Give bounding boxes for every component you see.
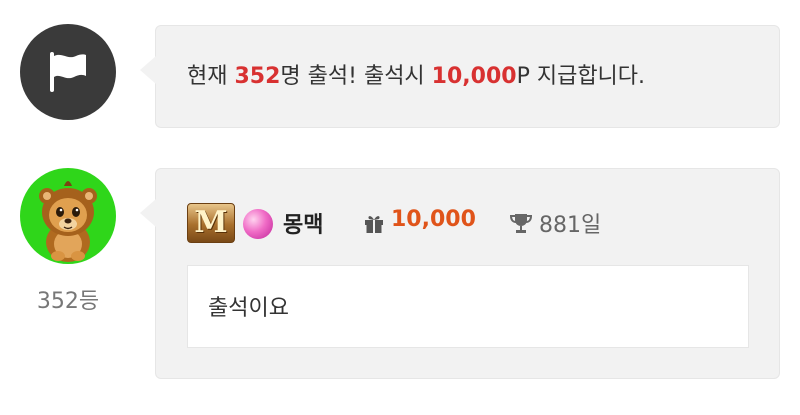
attendance-days: 881일 <box>539 213 602 238</box>
comment-text: 출석이요 <box>208 296 289 321</box>
notice-suffix: P 지급합니다. <box>516 64 646 89</box>
user-avatar[interactable] <box>20 168 116 264</box>
trophy-icon <box>509 214 533 233</box>
lion-cub-avatar <box>39 181 97 262</box>
attendance-post: M 몽맥 10,000 881일 출석이요 <box>140 168 780 379</box>
reward-points: 10,000 <box>431 64 517 89</box>
gift-icon <box>365 216 383 233</box>
attendance-notice: 현재 352명 출석! 출석시 10,000P 지급합니다. <box>187 62 645 92</box>
notice-bubble: 현재 352명 출석! 출석시 10,000P 지급합니다. <box>140 25 780 128</box>
attendance-rank: 352등 <box>36 289 100 314</box>
user-nickname[interactable]: 몽맥 <box>283 207 323 239</box>
attendee-count: 352 <box>234 64 281 89</box>
comment-box: 출석이요 <box>187 265 749 348</box>
orb-badge-icon <box>243 209 273 239</box>
level-badge: M <box>187 203 235 243</box>
flag-avatar <box>20 24 116 120</box>
post-header: M 몽맥 10,000 881일 <box>187 203 767 243</box>
user-points: 10,000 <box>391 207 476 232</box>
notice-prefix: 현재 <box>187 64 235 89</box>
flag-icon <box>50 52 86 92</box>
notice-middle: 명 출석! 출석시 <box>280 64 432 89</box>
